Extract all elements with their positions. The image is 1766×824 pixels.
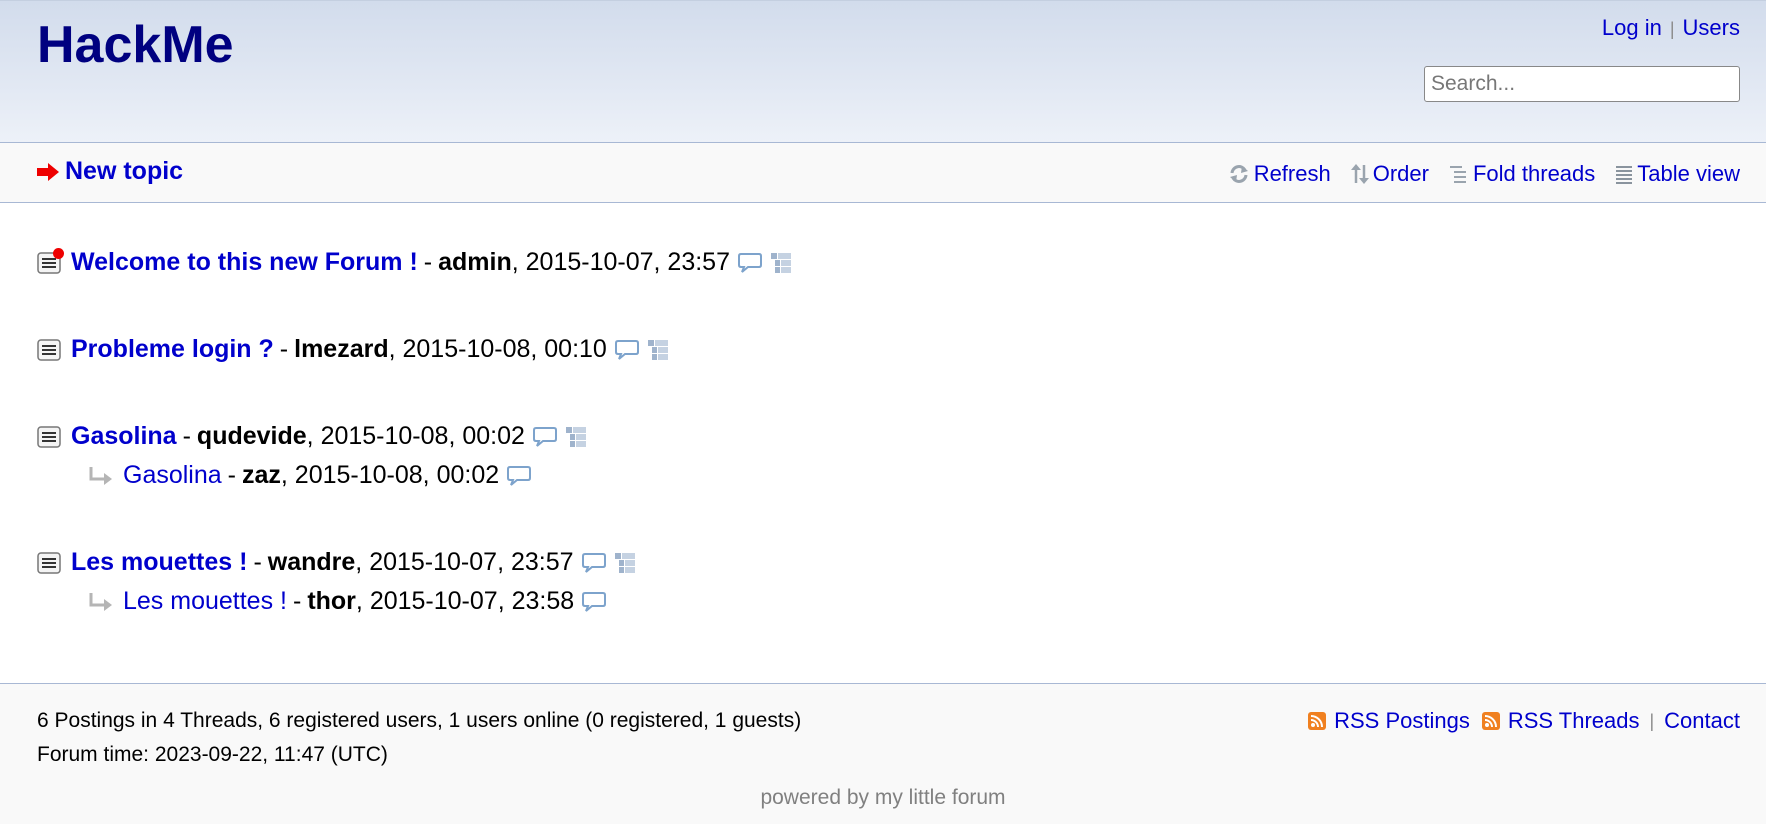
reply-title[interactable]: Les mouettes ! [123,587,287,616]
new-posting-indicator [53,247,64,259]
subnav: New topic Refresh Order Fold threads Tab… [0,143,1766,203]
thread-icon[interactable] [37,247,64,274]
thread-row: Gasolina - qudevide , 2015-10-08, 00:02 [37,417,1766,456]
thread-datetime: , 2015-10-08, 00:10 [388,335,607,363]
reply-arrow-icon [89,592,112,611]
thread-title[interactable]: Gasolina [71,422,177,451]
fold-threads-link[interactable]: Fold threads [1449,161,1595,187]
separator: - [182,422,191,450]
reply-datetime: , 2015-10-08, 00:02 [280,461,500,489]
separator: - [292,587,302,615]
thread-icon[interactable] [37,425,61,448]
thread-icon[interactable] [37,338,61,361]
thread-tree-icon[interactable] [770,252,792,274]
reply-author: thor [307,587,356,615]
separator: - [423,248,433,276]
search-input[interactable] [1424,66,1740,102]
user-menu: Log in | Users [1602,15,1740,41]
forum-time: Forum time: 2023-09-22, 11:47 (UTC) [37,743,388,766]
users-link[interactable]: Users [1683,15,1740,40]
thread-author: lmezard [294,335,389,363]
thread-tree-icon[interactable] [565,426,587,448]
thread-row: Les mouettes ! - wandre , 2015-10-07, 23… [37,543,1766,582]
footer: 6 Postings in 4 Threads, 6 registered us… [0,683,1766,824]
thread-tree-icon[interactable] [647,339,669,361]
thread-row: Welcome to this new Forum ! - admin , 20… [37,243,1766,282]
thread-title[interactable]: Welcome to this new Forum ! [71,248,418,277]
reply-row: Les mouettes ! - thor , 2015-10-07, 23:5… [37,582,1766,621]
reply-title[interactable]: Gasolina [123,461,222,490]
thread-icon[interactable] [37,551,61,574]
thread-title[interactable]: Probleme login ? [71,335,274,364]
reply-arrow-icon [89,466,112,485]
order-link[interactable]: Order [1350,161,1429,187]
rss-threads-label: RSS Threads [1507,708,1640,733]
reply-row: Gasolina - zaz , 2015-10-08, 00:02 [37,456,1766,495]
thread: Welcome to this new Forum ! - admin , 20… [37,243,1766,282]
rss-icon [1481,712,1500,730]
thread-tree-icon[interactable] [614,552,636,574]
table-view-link[interactable]: Table view [1615,161,1740,187]
separator: | [1669,19,1675,39]
thread-author: qudevide [196,422,307,450]
thread-datetime: , 2015-10-08, 00:02 [306,422,525,450]
separator: - [279,335,289,363]
fold-threads-icon [1449,166,1466,183]
contact-link[interactable]: Contact [1664,704,1740,738]
forum-stats: 6 Postings in 4 Threads, 6 registered us… [37,704,801,772]
rss-icon [1308,712,1327,730]
comment-icon[interactable] [614,339,639,361]
thread: Les mouettes ! - wandre , 2015-10-07, 23… [37,543,1766,621]
refresh-label: Refresh [1253,161,1331,186]
comment-icon[interactable] [532,426,557,448]
powered-by-link[interactable]: my little forum [875,786,1006,809]
refresh-icon [1229,165,1248,183]
fold-threads-label: Fold threads [1472,161,1596,186]
comment-icon[interactable] [581,552,606,574]
comment-icon[interactable] [507,465,532,487]
table-view-icon [1616,166,1633,184]
sort-icon [1350,164,1369,184]
refresh-link[interactable]: Refresh [1228,161,1331,187]
rss-postings-link[interactable]: RSS Postings [1308,704,1470,738]
header: HackMe Log in | Users [0,0,1766,143]
thread: Gasolina - qudevide , 2015-10-08, 00:02 … [37,417,1766,495]
comment-icon[interactable] [737,252,762,274]
separator: | [1649,711,1655,731]
footer-links: RSS Postings RSS Threads | Contact [1296,704,1740,738]
thread-row: Probleme login ? - lmezard , 2015-10-08,… [37,330,1766,369]
reply-datetime: , 2015-10-07, 23:58 [355,587,575,615]
view-options: Refresh Order Fold threads Table view [1208,161,1740,187]
powered-by: powered by my little forum [0,786,1766,810]
thread-author: admin [438,248,512,276]
reply-author: zaz [242,461,281,489]
table-view-label: Table view [1637,161,1740,186]
thread: Probleme login ? - lmezard , 2015-10-08,… [37,330,1766,369]
thread-list: Welcome to this new Forum ! - admin , 20… [0,203,1766,621]
login-link[interactable]: Log in [1602,15,1662,40]
separator: - [253,548,262,576]
site-logo[interactable]: HackMe [37,15,234,75]
thread-datetime: , 2015-10-07, 23:57 [511,248,730,276]
thread-datetime: , 2015-10-07, 23:57 [355,548,574,576]
arrow-right-icon [37,162,59,181]
thread-title[interactable]: Les mouettes ! [71,548,247,577]
order-label: Order [1372,161,1429,186]
new-topic-link[interactable]: New topic [37,157,183,186]
comment-icon[interactable] [582,591,607,613]
new-topic-label: New topic [65,157,184,185]
powered-prefix: powered by [760,786,875,809]
stats-text: 6 Postings in 4 Threads, 6 registered us… [37,709,802,732]
rss-postings-label: RSS Postings [1334,708,1470,733]
separator: - [227,461,236,489]
rss-threads-link[interactable]: RSS Threads [1481,704,1640,738]
thread-author: wandre [267,548,356,576]
